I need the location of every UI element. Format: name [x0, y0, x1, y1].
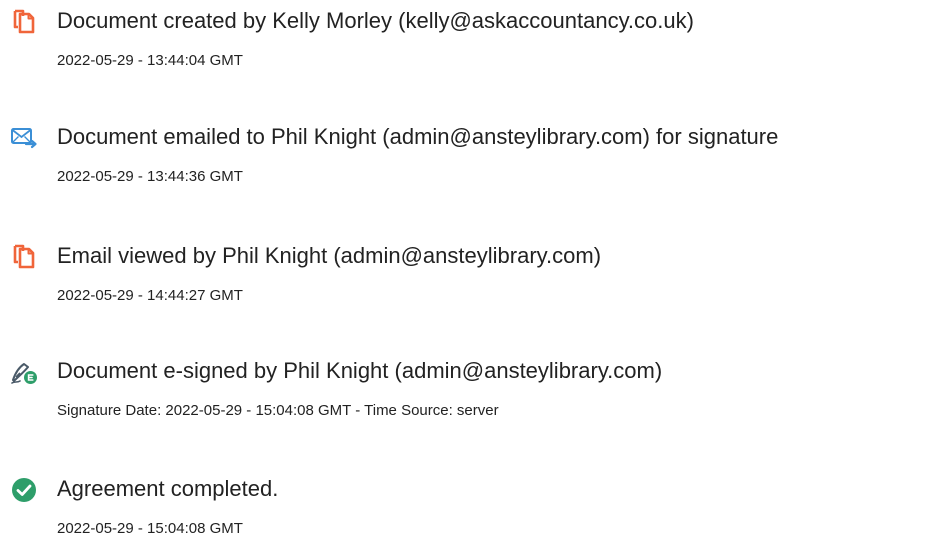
event-timestamp: 2022-05-29 - 13:44:36 GMT: [57, 168, 243, 185]
event-title: Document e-signed by Phil Knight (admin@…: [57, 358, 663, 383]
document-icon: [10, 8, 38, 36]
email-sent-icon: [10, 124, 38, 152]
event-timestamp: Signature Date: 2022-05-29 - 15:04:08 GM…: [57, 402, 499, 419]
event-timestamp: 2022-05-29 - 13:44:04 GMT: [57, 52, 243, 69]
e-sign-pen-icon: [10, 358, 38, 386]
event-timestamp: 2022-05-29 - 14:44:27 GMT: [57, 287, 243, 304]
check-circle-icon: [10, 476, 38, 504]
event-title: Document created by Kelly Morley (kelly@…: [57, 8, 694, 33]
document-icon: [10, 243, 38, 271]
event-title: Email viewed by Phil Knight (admin@anste…: [57, 243, 602, 268]
event-timestamp: 2022-05-29 - 15:04:08 GMT: [57, 520, 243, 537]
event-title: Document emailed to Phil Knight (admin@a…: [57, 124, 779, 149]
event-title: Agreement completed.: [57, 476, 279, 501]
